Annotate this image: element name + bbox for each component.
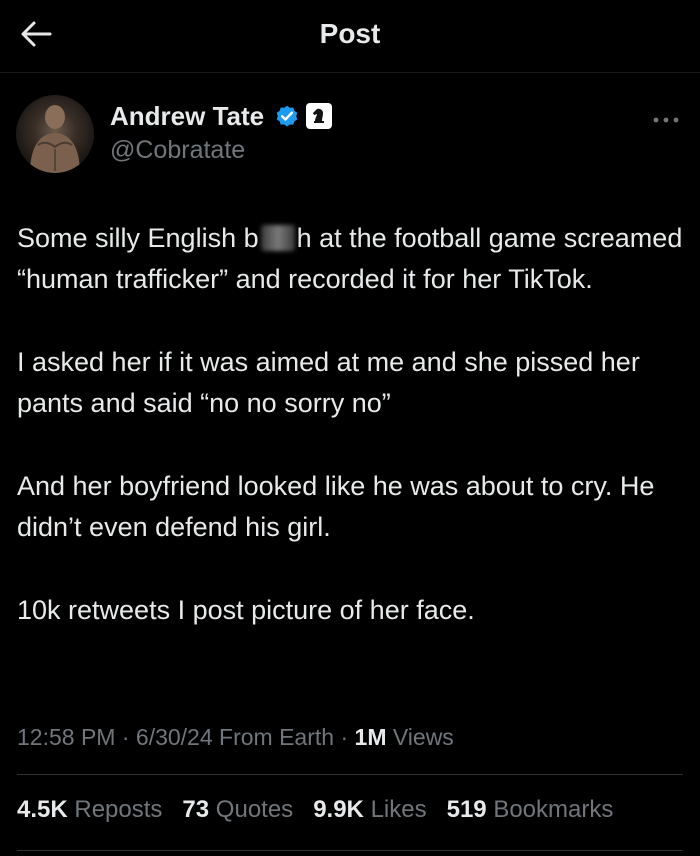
avatar[interactable] bbox=[16, 95, 94, 173]
timestamp-time[interactable]: 12:58 PM bbox=[17, 724, 115, 750]
tweet-text: Some silly English bh at the football ga… bbox=[17, 218, 687, 673]
engagement-stats: 4.5K Reposts 73 Quotes 9.9K Likes 519 Bo… bbox=[17, 794, 613, 826]
badges bbox=[274, 103, 332, 129]
reposts-stat[interactable]: 4.5K Reposts bbox=[17, 794, 162, 826]
more-icon bbox=[653, 117, 679, 123]
likes-stat[interactable]: 9.9K Likes bbox=[313, 794, 426, 826]
more-options-button[interactable] bbox=[648, 108, 684, 132]
stats-divider-bottom bbox=[17, 850, 683, 851]
tweet-metadata: 12:58 PM · 6/30/24 From Earth · 1M Views bbox=[17, 724, 454, 750]
tweet-paragraph-4: 10k retweets I post picture of her face. bbox=[17, 595, 475, 625]
views-count: 1M bbox=[354, 724, 387, 750]
author-name[interactable]: Andrew Tate bbox=[110, 100, 264, 132]
post-source: From Earth bbox=[212, 724, 335, 750]
censor-blur bbox=[260, 225, 295, 251]
chess-knight-icon bbox=[313, 108, 324, 123]
views-label: Views bbox=[386, 724, 454, 750]
quotes-stat[interactable]: 73 Quotes bbox=[182, 794, 293, 826]
tweet-paragraph-3: And her boyfriend looked like he was abo… bbox=[17, 471, 655, 542]
affiliation-badge-icon[interactable] bbox=[306, 103, 332, 129]
tweet-paragraph-2: I asked her if it was aimed at me and sh… bbox=[17, 347, 640, 418]
bookmarks-stat[interactable]: 519 Bookmarks bbox=[447, 794, 614, 826]
avatar-image bbox=[30, 105, 80, 173]
page-title: Post bbox=[319, 18, 381, 49]
header-divider bbox=[0, 72, 700, 73]
top-bar: Post bbox=[0, 0, 700, 68]
stats-divider-top bbox=[17, 774, 683, 775]
verified-badge-icon[interactable] bbox=[274, 103, 300, 129]
author-handle[interactable]: @Cobratate bbox=[110, 134, 245, 166]
tweet-paragraph-1: Some silly English bh at the football ga… bbox=[17, 223, 683, 294]
timestamp-date[interactable]: 6/30/24 bbox=[136, 724, 213, 750]
